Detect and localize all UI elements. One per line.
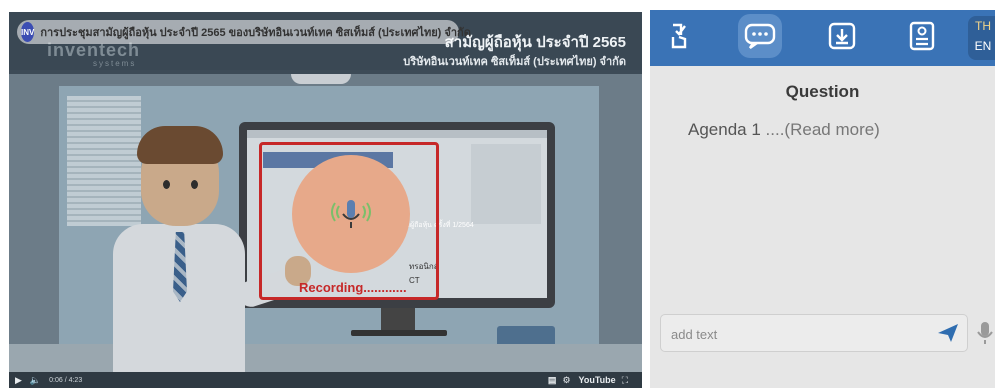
lang-th[interactable]: TH xyxy=(968,16,995,36)
channel-avatar[interactable]: INV xyxy=(21,22,35,42)
header-company: บริษัทอินเวนท์เทค ซิสเท็มส์ (ประเทศไทย) … xyxy=(403,56,626,68)
ceiling-lamp xyxy=(291,74,351,84)
chat-bubble-icon xyxy=(744,23,776,49)
video-title-bar[interactable]: INV การประชุมสามัญผู้ถือหุ้น ประจำปี 256… xyxy=(17,20,471,44)
tab-vote[interactable] xyxy=(658,14,702,58)
settings-icon[interactable]: ⚙ xyxy=(562,375,570,386)
play-icon[interactable]: ▶ xyxy=(15,375,22,386)
tab-question[interactable] xyxy=(738,14,782,58)
youtube-logo[interactable]: YouTube xyxy=(579,375,616,385)
tab-download[interactable] xyxy=(820,14,864,58)
recording-indicator[interactable] xyxy=(292,155,410,273)
tab-profile[interactable] xyxy=(900,14,944,58)
recording-label: Recording............ xyxy=(299,280,407,295)
monitor-base xyxy=(351,330,447,336)
video-title[interactable]: การประชุมสามัญผู้ถือหุ้น ประจำปี 2565 ขอ… xyxy=(40,23,471,41)
screen-sidepanel xyxy=(471,144,541,224)
video-player[interactable]: inventech systems สามัญผู้ถือหุ้น ประจำป… xyxy=(9,12,642,388)
question-input-box xyxy=(660,314,968,352)
lang-en[interactable]: EN xyxy=(968,36,995,56)
eye-left xyxy=(163,180,170,189)
send-button[interactable] xyxy=(937,323,959,348)
read-more-link[interactable]: ....(Read more) xyxy=(766,120,880,139)
language-switch[interactable]: TH EN xyxy=(968,16,995,60)
desk xyxy=(9,344,642,372)
monitor-stand xyxy=(381,308,415,330)
app-root: inventech systems สามัญผู้ถือหุ้น ประจำป… xyxy=(0,0,995,390)
question-heading: Question xyxy=(785,82,860,101)
agenda-item[interactable]: Agenda 1 ....(Read more) xyxy=(688,120,880,140)
hand-vote-icon xyxy=(671,23,687,49)
screen-menubar xyxy=(247,130,547,138)
player-controls: ▶ 🔈 0:06 / 4:23 ▤ ⚙ YouTube ⛶ xyxy=(9,372,642,388)
voice-input-button[interactable] xyxy=(976,320,994,351)
question-input[interactable] xyxy=(671,324,921,344)
window-blinds xyxy=(67,96,141,226)
captions-icon[interactable]: ▤ xyxy=(548,375,557,386)
header-title: สามัญผู้ถือหุ้น ประจำปี 2565 xyxy=(444,34,626,51)
volume-icon[interactable]: 🔈 xyxy=(30,375,41,386)
video-header: inventech systems สามัญผู้ถือหุ้น ประจำป… xyxy=(9,12,642,70)
send-icon xyxy=(938,324,958,342)
eye-right xyxy=(191,180,198,189)
microphone-icon xyxy=(977,322,993,344)
time-display: 0:06 / 4:23 xyxy=(49,376,83,384)
presenter-hair xyxy=(137,126,223,164)
agenda-label: Agenda 1 xyxy=(688,120,761,139)
download-icon xyxy=(828,22,856,50)
microphone-icon xyxy=(331,200,371,228)
panel-tabbar: TH EN xyxy=(650,10,995,66)
side-panel: TH EN Question Agenda 1 ....(Read more) xyxy=(650,10,995,388)
id-card-icon xyxy=(909,21,935,51)
fullscreen-icon[interactable]: ⛶ xyxy=(622,375,628,386)
brand-subtitle: systems xyxy=(93,59,137,68)
